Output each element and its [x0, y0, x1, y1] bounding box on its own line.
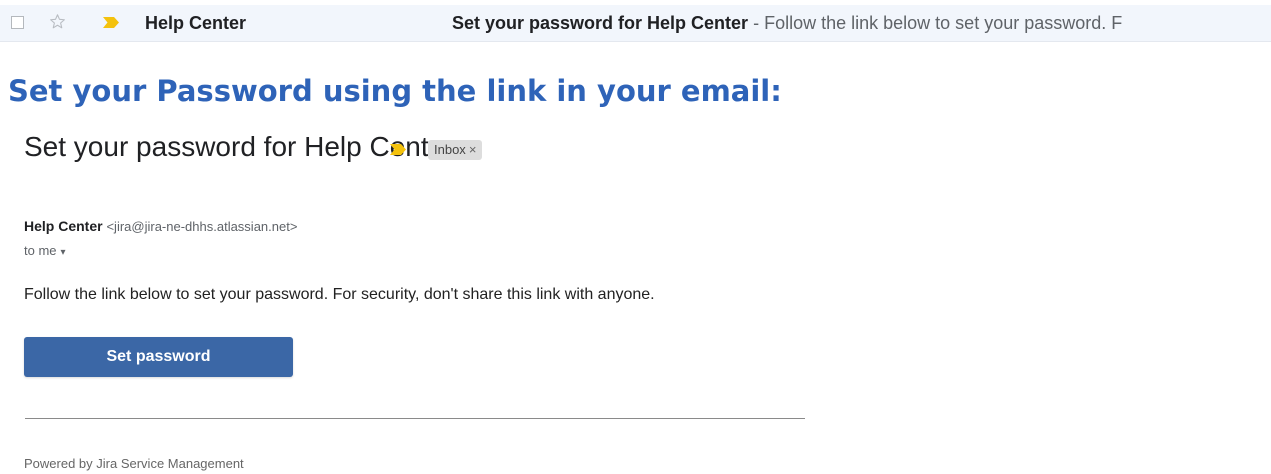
sender-email: <jira@jira-ne-dhhs.atlassian.net>	[106, 219, 298, 234]
inbox-message-row[interactable]: Help Center Set your password for Help C…	[0, 5, 1271, 42]
star-icon[interactable]	[49, 13, 66, 30]
recipient-details-chevron-icon[interactable]: ▾	[61, 247, 66, 258]
sender-name: Help Center	[24, 218, 103, 234]
inbox-label-chip: Inbox ×	[428, 140, 483, 160]
inbox-label-text: Inbox	[434, 142, 466, 157]
importance-marker-icon[interactable]	[390, 144, 406, 155]
importance-marker-icon[interactable]	[103, 17, 119, 28]
inbox-separator: -	[753, 13, 760, 33]
email-screenshot: Help Center Set your password for Help C…	[0, 0, 1271, 474]
remove-label-icon[interactable]: ×	[469, 142, 477, 157]
inbox-subject: Set your password for Help Center	[452, 13, 749, 33]
inbox-snippet: Follow the link below to set your passwo…	[764, 13, 1123, 33]
recipient-line[interactable]: to me ▾	[24, 243, 66, 258]
checkbox-icon[interactable]	[11, 16, 24, 29]
inbox-sender: Help Center	[145, 13, 247, 33]
sender-line: Help Center <jira@jira-ne-dhhs.atlassian…	[24, 218, 297, 234]
set-password-button[interactable]: Set password	[24, 337, 293, 377]
footer-powered-by: Powered by Jira Service Management	[24, 456, 244, 471]
email-body-text: Follow the link below to set your passwo…	[24, 286, 655, 303]
recipient-text: to me	[24, 243, 57, 258]
instruction-heading: Set your Password using the link in your…	[8, 74, 782, 108]
inbox-subject-line: Set your password for Help Center - Foll…	[452, 13, 1271, 34]
divider	[25, 418, 805, 419]
